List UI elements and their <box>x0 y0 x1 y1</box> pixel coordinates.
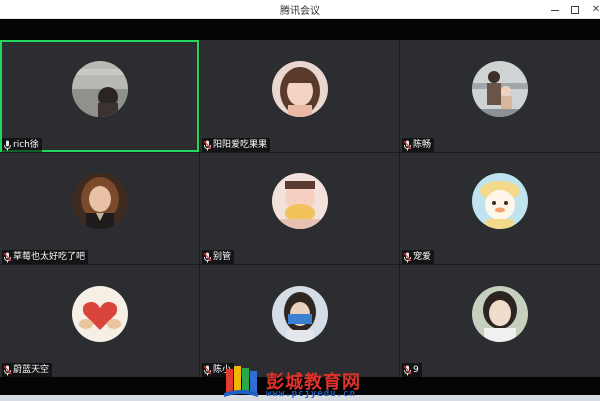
microphone-muted-icon[interactable] <box>203 365 212 376</box>
participant-name: 蔚蓝天空 <box>13 365 50 375</box>
participant-tile[interactable]: 9 <box>400 265 600 377</box>
watermark-url: www.pcjyedu.cn <box>266 389 356 399</box>
participant-name-bar: 阳阳爱吃果果 <box>202 138 271 152</box>
top-toolbar-area <box>0 19 600 40</box>
participant-tile[interactable]: rich徐 <box>0 40 199 152</box>
participant-tile[interactable]: 宠爱 <box>400 153 600 264</box>
video-grid: rich徐 阳阳爱吃果果 陈畅 草莓也太好吃了吧 别管 宠爱 蔚蓝天空 陈小 9 <box>0 40 600 377</box>
microphone-muted-icon[interactable] <box>403 140 412 151</box>
participant-name-bar: 草莓也太好吃了吧 <box>2 250 89 264</box>
participant-avatar <box>72 61 128 117</box>
participant-tile[interactable]: 陈畅 <box>400 40 600 152</box>
close-button[interactable]: ✕ <box>585 0 600 19</box>
maximize-button[interactable] <box>564 0 586 19</box>
participant-name: 陈畅 <box>413 140 432 150</box>
participant-name: 9 <box>413 365 419 375</box>
participant-name-bar: 陈畅 <box>402 138 435 152</box>
participant-name-bar: 宠爱 <box>402 250 435 264</box>
participant-avatar <box>272 173 328 229</box>
participant-tile[interactable]: 别管 <box>200 153 399 264</box>
participant-name: 别管 <box>213 252 232 262</box>
participant-tile[interactable]: 草莓也太好吃了吧 <box>0 153 199 264</box>
participant-avatar <box>72 286 128 342</box>
maximize-icon <box>571 5 579 14</box>
participant-tile[interactable]: 阳阳爱吃果果 <box>200 40 399 152</box>
participant-tile[interactable]: 蔚蓝天空 <box>0 265 199 377</box>
close-icon: ✕ <box>591 4 600 15</box>
participant-tile[interactable]: 陈小 <box>200 265 399 377</box>
participant-avatar <box>472 61 528 117</box>
minimize-icon <box>551 10 559 11</box>
participant-name-bar: 蔚蓝天空 <box>2 363 53 377</box>
window-title: 腾讯会议 <box>280 6 320 17</box>
participant-name-bar: 别管 <box>202 250 235 264</box>
microphone-muted-icon[interactable] <box>3 365 12 376</box>
participant-name: rich徐 <box>13 140 39 150</box>
minimize-button[interactable] <box>544 0 566 19</box>
microphone-muted-icon[interactable] <box>403 365 412 376</box>
microphone-muted-icon[interactable] <box>403 252 412 263</box>
participant-avatar <box>472 173 528 229</box>
participant-avatar <box>272 61 328 117</box>
book-logo-icon <box>224 366 258 397</box>
microphone-icon[interactable] <box>3 140 12 151</box>
participant-name: 草莓也太好吃了吧 <box>13 252 86 262</box>
participant-avatar <box>272 286 328 342</box>
participant-avatar <box>472 286 528 342</box>
microphone-muted-icon[interactable] <box>3 252 12 263</box>
microphone-muted-icon[interactable] <box>203 140 212 151</box>
participant-name: 阳阳爱吃果果 <box>213 140 268 150</box>
site-watermark: 彭城教育网 www.pcjyedu.cn <box>222 363 382 401</box>
microphone-muted-icon[interactable] <box>203 252 212 263</box>
participant-avatar <box>72 173 128 229</box>
title-bar: 腾讯会议 ✕ <box>0 0 600 19</box>
participant-name-bar: 9 <box>402 363 422 377</box>
participant-name: 宠爱 <box>413 252 432 262</box>
participant-name-bar: rich徐 <box>2 138 42 152</box>
